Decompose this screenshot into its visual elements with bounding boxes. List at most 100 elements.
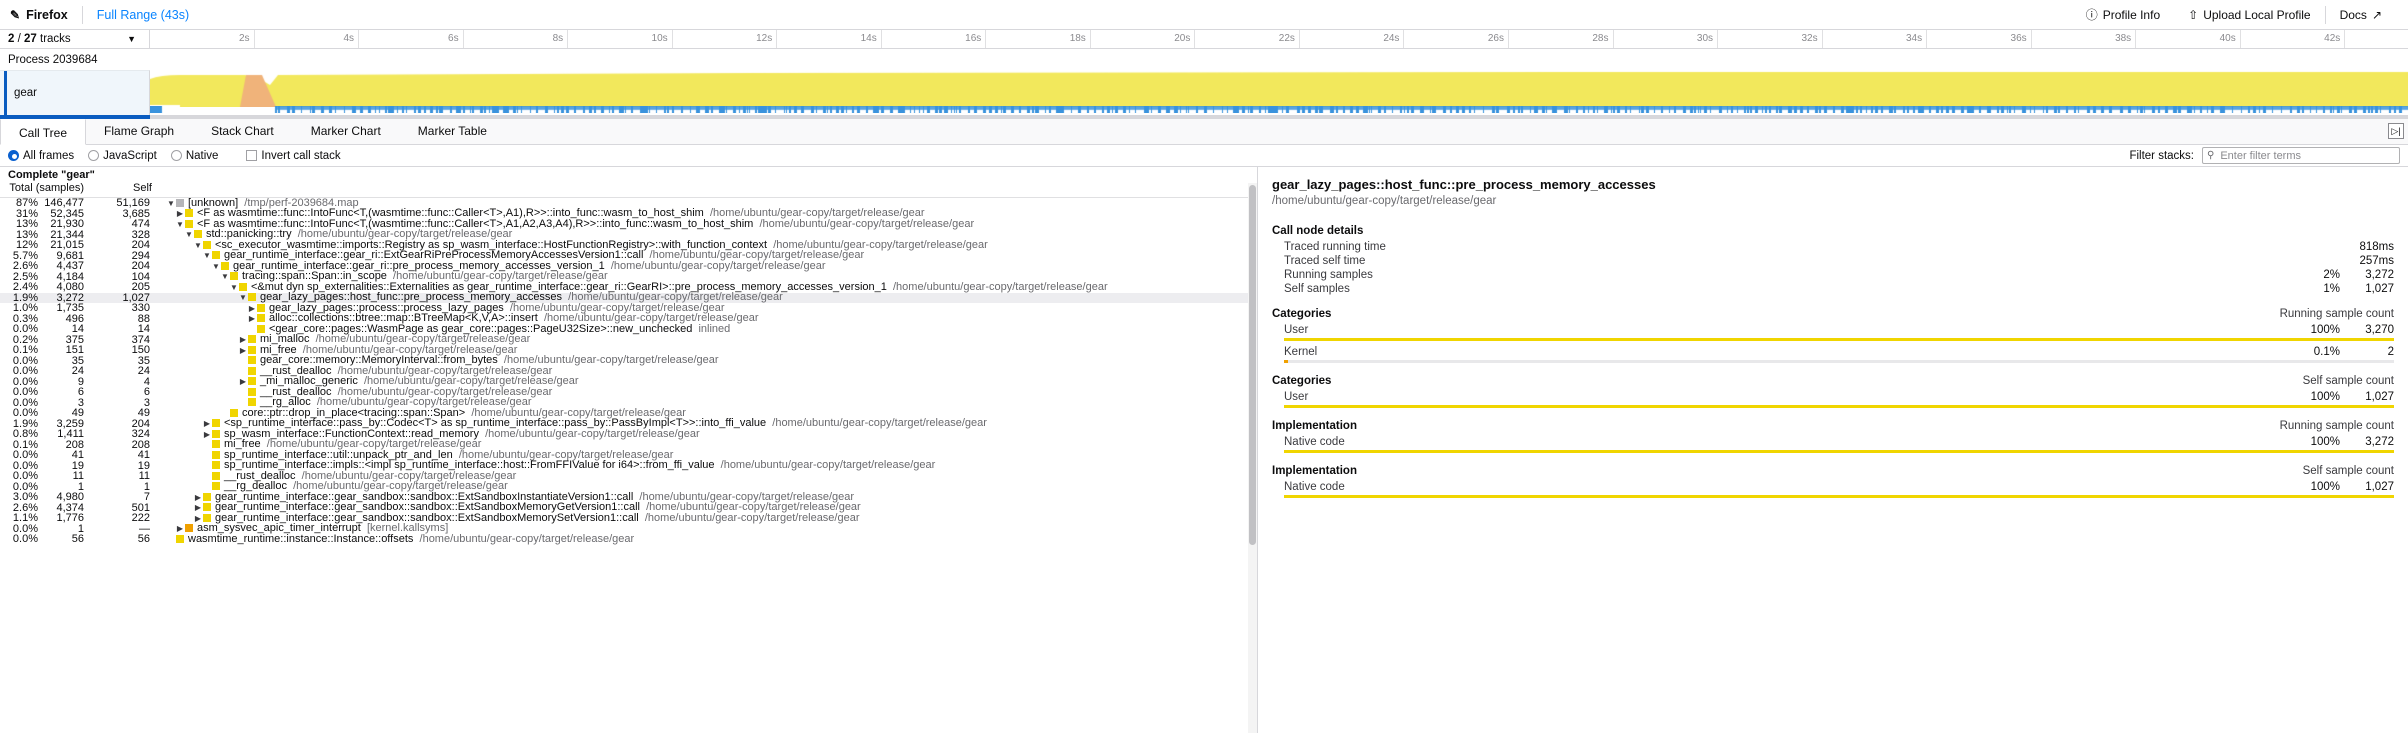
panel-tabs[interactable]: Call Tree Flame Graph Stack Chart Marker Ch… <box>0 119 2408 145</box>
tab-marker-chart[interactable]: Marker Chart <box>293 118 400 144</box>
table-row[interactable]: 0.0% 56 56 wasmtime_runtime::instance::Ins… <box>0 534 1257 545</box>
table-row[interactable]: 0.3% 496 88 ▶ alloc::collections::btree::map… <box>0 313 1257 325</box>
cell-self: 324 <box>131 428 150 440</box>
table-row[interactable]: 0.1% 151 150 ▶ mi_free /home/ubuntu/gear-cop… <box>0 345 1257 356</box>
table-row[interactable]: 2.6% 4,374 501 ▶ gear_runtime_interface::gea… <box>0 502 1257 514</box>
table-row[interactable]: 0.0% 1 1 __rg_dealloc /home/ubuntu/gear-co… <box>0 481 1257 493</box>
table-row[interactable]: 0.0% 24 24 __rust_dealloc /home/ubuntu/gea… <box>0 366 1257 377</box>
detail-row: User 100% 3,270 <box>1272 323 2394 337</box>
implementation-self-list: Native code 100% 1,027 <box>1272 480 2394 498</box>
table-row[interactable]: 31% 52,345 3,685 ▶ <F as wasmtime::func::Int… <box>0 208 1257 220</box>
detail-bar-fill <box>1284 495 2394 498</box>
library-path: /home/ubuntu/gear-copy/target/release/ge… <box>639 502 861 513</box>
category-swatch-icon <box>203 240 211 249</box>
cell-total: 4,080 <box>56 281 84 293</box>
library-path: /home/ubuntu/gear-copy/target/release/ge… <box>478 428 700 440</box>
detail-value: 1,027 <box>2365 391 2394 403</box>
call-tree-scroll-thumb[interactable] <box>1249 185 1256 545</box>
timeline-ruler[interactable]: 2s 4s 6s 8s 10s 12s 14s 16s 18s 20s 22s 24s 26s 28s 30… <box>150 30 2408 48</box>
column-header-self[interactable]: Self <box>90 182 160 197</box>
detail-row: Native code 100% 3,272 <box>1272 435 2394 449</box>
table-row[interactable]: 1.1% 1,776 222 ▶ gear_runtime_interface::gea… <box>0 513 1257 524</box>
process-label: Process 2039684 <box>8 53 98 66</box>
call-tree-scrollbar[interactable] <box>1248 183 1257 733</box>
table-row[interactable]: 0.0% 9 4 ▶ _mi_malloc_generic /home/ubuntu/g… <box>0 376 1257 388</box>
stack-filter-bar: All frames JavaScript Native Invert call… <box>0 145 2408 167</box>
tab-call-tree[interactable]: Call Tree <box>0 119 87 145</box>
filter-native[interactable]: Native <box>170 150 218 162</box>
table-row[interactable]: 0.1% 208 208 mi_free /home/ubuntu/gear-cop… <box>0 439 1257 451</box>
docs-link[interactable]: Docs ↗ <box>2326 4 2396 26</box>
function-name: __rg_dealloc <box>224 481 287 492</box>
track-row-gear[interactable]: gear <box>0 70 2408 115</box>
invert-call-stack-toggle[interactable]: Invert call stack <box>246 150 341 162</box>
category-swatch-icon <box>212 461 220 469</box>
table-row[interactable]: 3.0% 4,980 7 ▶ gear_runtime_interface::gear_… <box>0 492 1257 503</box>
table-row[interactable]: 0.0% 41 41 sp_runtime_interface::util::unp… <box>0 450 1257 461</box>
cell-total: 21,930 <box>50 218 84 230</box>
filter-all-frames[interactable]: All frames <box>8 150 74 162</box>
library-path: /home/ubuntu/gear-copy/target/release/ge… <box>331 365 553 377</box>
function-name: gear_lazy_pages::process::process_lazy_p… <box>269 302 504 314</box>
table-row[interactable]: 0.0% 35 35 gear_core::memory::MemoryInterv… <box>0 355 1257 367</box>
table-row[interactable]: 13% 21,930 474 ▼ <F as wasmtime::func::IntoF… <box>0 219 1257 230</box>
table-row[interactable]: 1.9% 3,272 1,027 ▼ gear_lazy_pages::host_fun… <box>0 292 1257 303</box>
table-row[interactable]: 0.0% 3 3 __rg_alloc /home/ubuntu/gear-copy… <box>0 397 1257 409</box>
table-row[interactable]: 87% 146,477 51,169 ▼ [unknown] /tmp/perf-203… <box>0 198 1257 209</box>
profile-info-button[interactable]: ⓘ Profile Info <box>2072 4 2174 26</box>
table-row[interactable]: 0.0% 11 11 __rust_dealloc /home/ubuntu/gea… <box>0 471 1257 482</box>
table-row[interactable]: 2.5% 4,184 104 ▼ tracing::span::Span::in_sco… <box>0 271 1257 283</box>
cell-percent: 0.0% <box>12 386 38 398</box>
full-range-breadcrumb[interactable]: Full Range (43s) <box>97 8 189 22</box>
track-count-button[interactable]: 2 / 27 tracks ▼ <box>0 30 150 48</box>
filter-all-frames-label: All frames <box>23 149 75 162</box>
cell-percent: 0.0% <box>12 365 38 377</box>
filter-javascript[interactable]: JavaScript <box>88 150 157 162</box>
implementation-running-subtitle: Running sample count <box>2279 420 2394 432</box>
function-name: gear_runtime_interface::gear_ri::ExtGear… <box>224 250 644 261</box>
info-circle-icon: ⓘ <box>2085 8 2098 22</box>
table-row[interactable]: 1.9% 3,259 204 ▶ <sp_runtime_interface::pass… <box>0 418 1257 430</box>
table-row[interactable]: 0.0% 14 14 <gear_core::pages::WasmPage as … <box>0 324 1257 335</box>
table-row[interactable]: 12% 21,015 204 ▼ <sc_executor_wasmtime::impo… <box>0 240 1257 251</box>
table-row[interactable]: 2.6% 4,437 204 ▼ gear_runtime_interface::gea… <box>0 261 1257 272</box>
search-input[interactable] <box>2218 148 2395 163</box>
table-row[interactable]: 1.0% 1,735 330 ▶ gear_lazy_pages::process::p… <box>0 303 1257 314</box>
table-row[interactable]: 0.0% 1— ▶ asm_sysvec_apic_timer_interrupt [… <box>0 523 1257 535</box>
detail-value: 3,272 <box>2365 436 2394 448</box>
filter-stacks-search[interactable]: ⚲ <box>2202 147 2400 164</box>
table-row[interactable]: 0.2% 375 374 ▶ mi_malloc /home/ubuntu/gear-c… <box>0 334 1257 346</box>
category-swatch-icon <box>248 293 256 301</box>
table-row[interactable]: 0.0% 49 49 core::ptr::drop_in_place<tracin… <box>0 408 1257 419</box>
tab-marker-table[interactable]: Marker Table <box>400 118 506 144</box>
detail-row: Traced running time 818ms <box>1272 240 2394 254</box>
detail-bar-fill <box>1284 338 2394 341</box>
call-tree-body[interactable]: 87% 146,477 51,169 ▼ [unknown] /tmp/perf-203… <box>0 198 1257 733</box>
ruler-tick: 20s <box>1091 30 1196 48</box>
sidebar-toggle-icon[interactable]: ▷| <box>2388 123 2404 139</box>
column-header-total[interactable]: Total (samples) <box>0 182 90 197</box>
call-tree-pane: Complete "gear" Total (samples) Self 87%… <box>0 167 1258 733</box>
function-name: alloc::collections::btree::map::BTreeMap… <box>269 313 538 324</box>
function-name: sp_runtime_interface::impls::<impl sp_ru… <box>224 460 715 471</box>
table-row[interactable]: 2.4% 4,080 205 ▼ <&mut dyn sp_externalities:… <box>0 282 1257 293</box>
sidebar-file-path: /home/ubuntu/gear-copy/target/release/ge… <box>1272 195 1497 207</box>
track-name: gear <box>14 87 38 99</box>
table-row[interactable]: 0.0% 19 19 sp_runtime_interface::impls::<i… <box>0 460 1257 472</box>
track-activity-graph[interactable] <box>150 70 2408 115</box>
table-row[interactable]: 5.7% 9,681 294 ▼ gear_runtime_interface::gea… <box>0 250 1257 262</box>
tab-stack-chart[interactable]: Stack Chart <box>193 118 293 144</box>
detail-percent: 1% <box>2323 283 2340 295</box>
track-label-gear[interactable]: gear <box>0 70 150 115</box>
library-path: /home/ubuntu/gear-copy/target/release/ge… <box>310 397 532 408</box>
category-swatch-icon <box>221 261 229 270</box>
table-row[interactable]: 0.8% 1,411 324 ▶ sp_wasm_interface::Function… <box>0 429 1257 440</box>
upload-local-profile-button[interactable]: ⇧ Upload Local Profile <box>2174 4 2324 26</box>
tab-flame-graph[interactable]: Flame Graph <box>86 118 193 144</box>
table-row[interactable]: 0.0% 6 6 __rust_dealloc /home/ubuntu/gear-… <box>0 387 1257 398</box>
function-name: <sc_executor_wasmtime::imports::Registry… <box>215 239 768 251</box>
cell-total: 14 <box>71 323 84 335</box>
table-row[interactable]: 13% 21,344 328 ▼ std::panicking::try /home/u… <box>0 229 1257 241</box>
ruler-tick: 26s <box>1404 30 1509 48</box>
